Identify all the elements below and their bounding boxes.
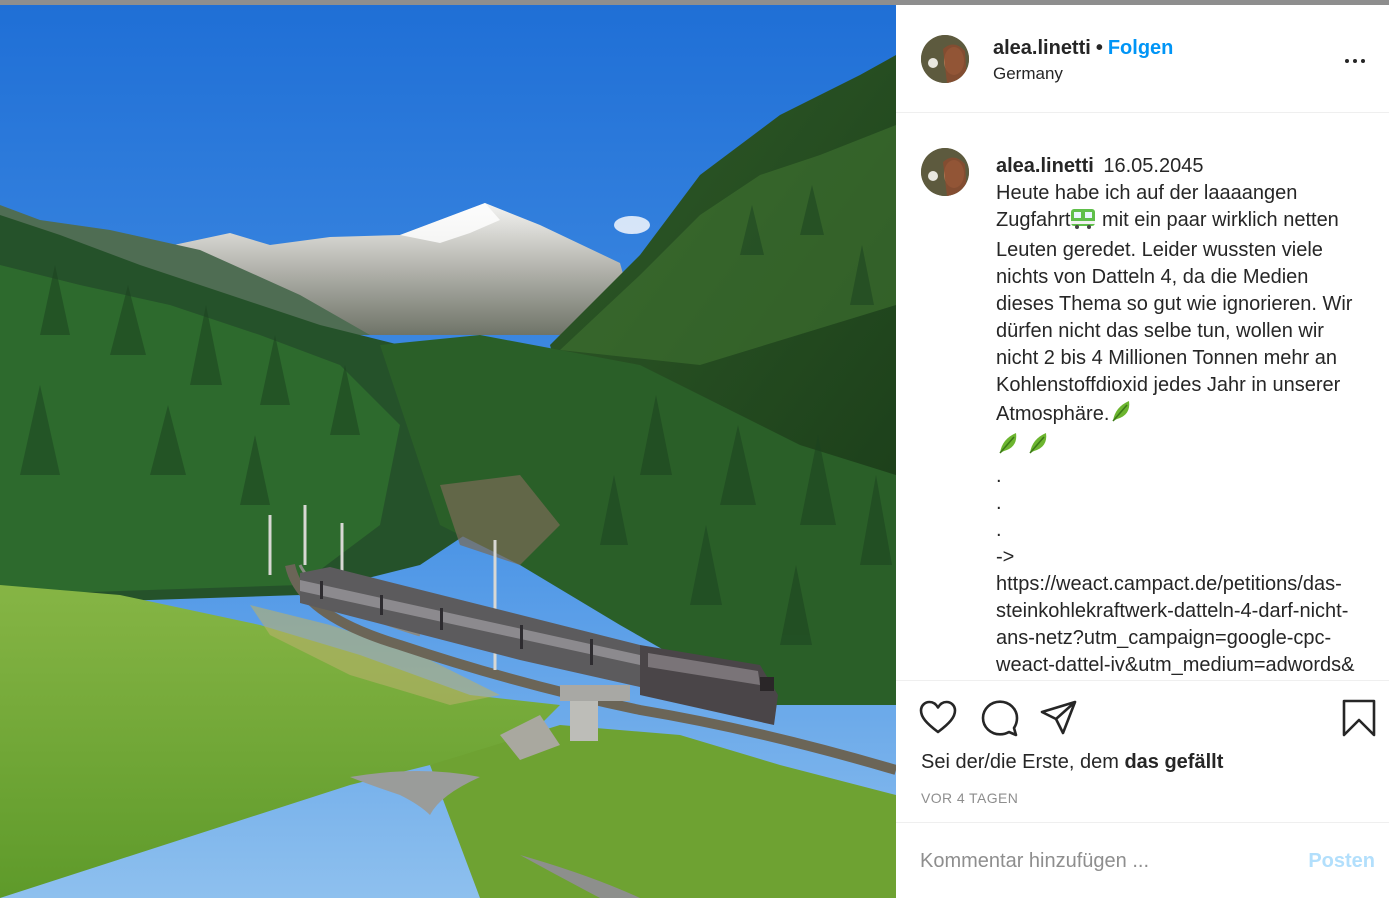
avatar-image — [921, 148, 969, 196]
more-dot — [1361, 59, 1365, 63]
follow-button[interactable]: Folgen — [1108, 37, 1174, 59]
post-comment-button[interactable]: Posten — [1308, 850, 1375, 873]
paper-plane-icon — [1040, 700, 1077, 735]
petition-link[interactable]: -> https://weact.campact.de/petitions/da… — [996, 544, 1361, 679]
post-photo[interactable] — [0, 5, 896, 898]
likes-link[interactable]: das gefällt — [1124, 751, 1223, 773]
likes-prefix: Sei der/die Erste, dem — [921, 751, 1125, 773]
more-horizontal-icon — [1345, 59, 1349, 63]
leaf-emoji-icon — [1109, 399, 1133, 431]
location-link[interactable]: Germany — [993, 64, 1063, 84]
comment-button[interactable] — [980, 698, 1020, 738]
save-button[interactable] — [1339, 698, 1379, 738]
bookmark-icon — [1342, 699, 1376, 737]
caption-date: 16.05.2045 — [1103, 155, 1204, 177]
share-button[interactable] — [1039, 698, 1079, 738]
comments-section[interactable]: alea.linetti 16.05.2045 Heute habe ich a… — [896, 113, 1389, 680]
caption-avatar[interactable] — [921, 148, 969, 196]
train-landscape-image — [0, 5, 896, 898]
post-side-panel: alea.linetti • Folgen Germany alea.linetti… — [896, 5, 1389, 898]
avatar-image — [921, 35, 969, 83]
leaf-emoji-icon — [1026, 431, 1050, 463]
caption-username[interactable]: alea.linetti — [996, 155, 1094, 177]
leaf-emoji-icon — [996, 431, 1020, 463]
caption: alea.linetti 16.05.2045 Heute habe ich a… — [996, 153, 1361, 679]
more-options-button[interactable] — [1343, 50, 1373, 70]
comment-input[interactable] — [920, 848, 1280, 874]
like-button[interactable] — [918, 698, 958, 738]
more-dot — [1353, 59, 1357, 63]
train-emoji-icon — [1070, 207, 1096, 237]
avatar[interactable] — [921, 35, 969, 83]
caption-text-2: mit ein paar wirklich netten Leuten gere… — [996, 209, 1353, 425]
add-comment-bar: Posten — [896, 822, 1389, 898]
post-actions: Sei der/die Erste, dem das gefällt VOR 4… — [896, 680, 1389, 823]
separator-dot: • — [1095, 37, 1103, 59]
caption-dots: . . . — [996, 465, 1002, 541]
heart-icon — [919, 700, 957, 734]
post-timestamp[interactable]: VOR 4 TAGEN — [921, 790, 1018, 806]
comment-icon — [981, 700, 1019, 737]
header-user-line: alea.linetti • Folgen — [993, 37, 1173, 60]
post-header: alea.linetti • Folgen Germany — [896, 5, 1389, 113]
likes-text: Sei der/die Erste, dem das gefällt — [921, 751, 1223, 774]
header-username[interactable]: alea.linetti — [993, 37, 1091, 59]
